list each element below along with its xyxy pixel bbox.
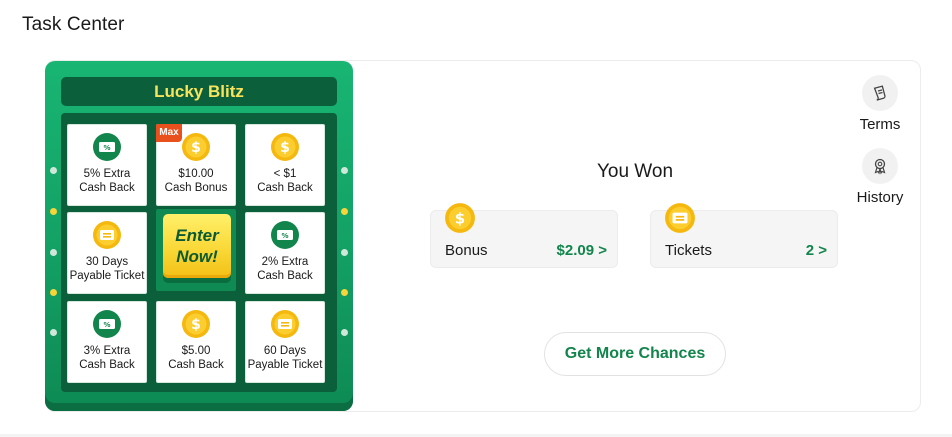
dollar-coin-icon: $ — [445, 203, 475, 233]
prize-tile: % 2% Extra Cash Back — [245, 212, 325, 294]
tile-label-1: 60 Days — [263, 345, 307, 357]
tile-label-2: Cash Back — [257, 270, 313, 282]
enter-now-slot: Enter Now! — [156, 209, 236, 291]
board-light — [341, 167, 348, 174]
board-light — [341, 289, 348, 296]
svg-text:$: $ — [191, 317, 201, 333]
enter-line-1: Enter — [175, 226, 219, 245]
svg-text:%: % — [103, 321, 110, 329]
svg-text:$: $ — [455, 209, 465, 227]
ticket-coin-icon — [93, 221, 121, 249]
board-light — [50, 208, 57, 215]
tile-label-1: $5.00 — [181, 345, 211, 357]
tile-label-1: $10.00 — [178, 168, 214, 180]
history-button[interactable]: History — [850, 148, 910, 206]
tile-label-2: Payable Ticket — [247, 359, 323, 371]
bonus-label: Bonus — [445, 242, 488, 259]
tile-label-2: Cash Bonus — [164, 182, 228, 194]
you-won-title: You Won — [596, 161, 674, 182]
prize-tile: 60 Days Payable Ticket — [245, 301, 325, 383]
max-badge: Max — [156, 124, 182, 142]
tile-label-1: < $1 — [273, 168, 297, 180]
board-light — [50, 167, 57, 174]
board-light — [341, 249, 348, 256]
terms-label: Terms — [859, 116, 901, 133]
prize-tile: Max $ $10.00 Cash Bonus — [156, 124, 236, 206]
page-title: Task Center — [22, 14, 125, 35]
svg-text:%: % — [281, 232, 288, 240]
tile-label-1: 3% Extra — [83, 345, 131, 357]
tickets-card[interactable]: Tickets 2 > — [650, 203, 838, 268]
ticket-coin-icon — [271, 310, 299, 338]
svg-text:%: % — [103, 144, 110, 152]
tickets-label: Tickets — [665, 242, 712, 259]
award-medal-icon — [874, 158, 886, 175]
bonus-card[interactable]: $ Bonus $2.09 > — [430, 203, 618, 268]
bonus-value: $2.09 > — [556, 242, 607, 259]
get-more-chances-button[interactable]: Get More Chances — [544, 332, 726, 376]
terms-button[interactable]: Terms — [850, 75, 910, 133]
board-light — [341, 208, 348, 215]
prize-tile: $ < $1 Cash Back — [245, 124, 325, 206]
board-light — [50, 249, 57, 256]
dollar-coin-icon: $ — [182, 133, 210, 161]
percent-ticket-icon: % — [271, 221, 299, 249]
percent-ticket-icon: % — [93, 310, 121, 338]
lucky-blitz-board: Lucky Blitz % 5% Extra Cash Back Max $ $… — [45, 61, 353, 411]
tile-label-2: Cash Back — [168, 359, 224, 371]
prize-tile: 30 Days Payable Ticket — [67, 212, 147, 294]
prize-tile: $ $5.00 Cash Back — [156, 301, 236, 383]
tickets-value: 2 > — [805, 242, 827, 259]
tile-label-2: Payable Ticket — [69, 270, 145, 282]
board-grid: % 5% Extra Cash Back Max $ $10.00 Cash B… — [61, 113, 337, 392]
prize-tile: % 3% Extra Cash Back — [67, 301, 147, 383]
tile-label-2: Cash Back — [79, 359, 135, 371]
tile-label-1: 2% Extra — [261, 256, 309, 268]
board-light — [341, 329, 348, 336]
history-label: History — [856, 189, 904, 206]
tile-label-1: 5% Extra — [83, 168, 131, 180]
enter-line-2: Now! — [176, 247, 218, 266]
svg-text:$: $ — [280, 140, 290, 156]
scroll-document-icon — [873, 85, 886, 101]
board-light — [50, 329, 57, 336]
enter-now-button[interactable]: Enter Now! — [163, 214, 231, 278]
board-title: Lucky Blitz — [61, 77, 337, 106]
board-light — [50, 289, 57, 296]
dollar-coin-icon: $ — [271, 133, 299, 161]
tile-label-1: 30 Days — [85, 256, 129, 268]
svg-text:$: $ — [191, 140, 201, 156]
percent-ticket-icon: % — [93, 133, 121, 161]
tile-label-2: Cash Back — [257, 182, 313, 194]
tile-label-2: Cash Back — [79, 182, 135, 194]
ticket-coin-icon — [665, 203, 695, 233]
prize-tile: % 5% Extra Cash Back — [67, 124, 147, 206]
dollar-coin-icon: $ — [182, 310, 210, 338]
